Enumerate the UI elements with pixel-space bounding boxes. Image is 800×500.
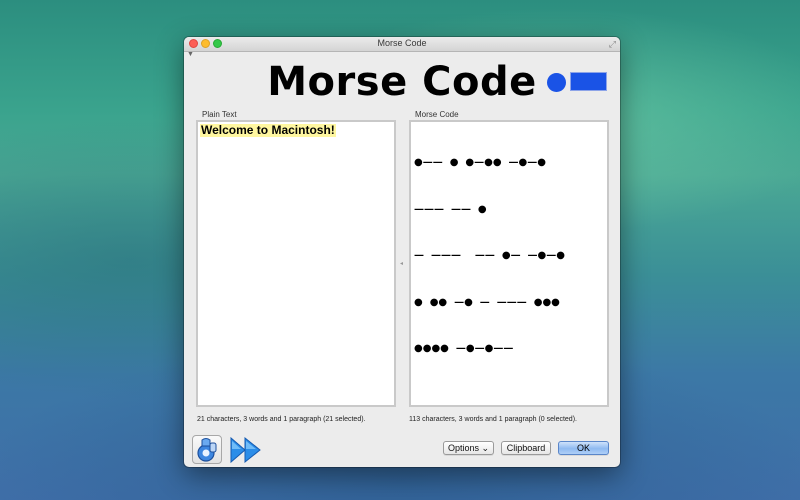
morse-line: ●—— ● ●—●● —●—● [414, 157, 546, 168]
fullscreen-icon[interactable]: ⤢ [609, 39, 616, 49]
plain-text-editor[interactable]: Welcome to Macintosh! [196, 120, 396, 407]
clipboard-button[interactable]: Clipboard [501, 441, 551, 455]
morse-line: ●●●● —●—●—— [414, 343, 514, 354]
disclosure-triangle-icon[interactable]: ▼ [187, 51, 194, 58]
options-button[interactable]: Options ⌄ [443, 441, 494, 455]
plain-text-content[interactable]: Welcome to Macintosh! [200, 124, 336, 137]
morse-code-label: Morse Code [415, 110, 459, 119]
morse-line: ● ●● —● — ——— ●●● [414, 296, 560, 308]
window-title: Morse Code [377, 38, 427, 48]
morse-line: — ——— —— ●— —●—● [414, 250, 565, 261]
options-label: Options [447, 443, 479, 453]
fast-forward-icon[interactable] [229, 436, 263, 464]
morse-code-editor[interactable]: ●—— ● ●—●● —●—● ——— —— ● — ——— —— ●— —●—… [409, 120, 609, 407]
morse-code-status: 113 characters, 3 words and 1 paragraph … [409, 416, 577, 423]
morse-line: ——— —— ● [414, 203, 487, 215]
plain-text-status: 21 characters, 3 words and 1 paragraph (… [197, 416, 366, 423]
plain-text-label: Plain Text [202, 110, 237, 119]
app-settings-icon[interactable] [192, 435, 222, 464]
morse-code-content[interactable]: ●—— ● ●—●● —●—● ——— —— ● — ——— —— ●— —●—… [414, 124, 565, 388]
split-view-handle[interactable]: ◂ [400, 260, 403, 267]
morse-code-window: Morse Code ⤢ ▼ Morse Code Plain Text Mor… [184, 37, 620, 467]
chevron-down-icon: ⌄ [481, 443, 490, 453]
logo-dash [570, 72, 607, 91]
logo-dot [547, 73, 566, 92]
morse-dot-dash-icon [547, 71, 609, 93]
ok-button[interactable]: OK [558, 441, 609, 455]
title-bar[interactable]: Morse Code ⤢ [184, 37, 620, 52]
